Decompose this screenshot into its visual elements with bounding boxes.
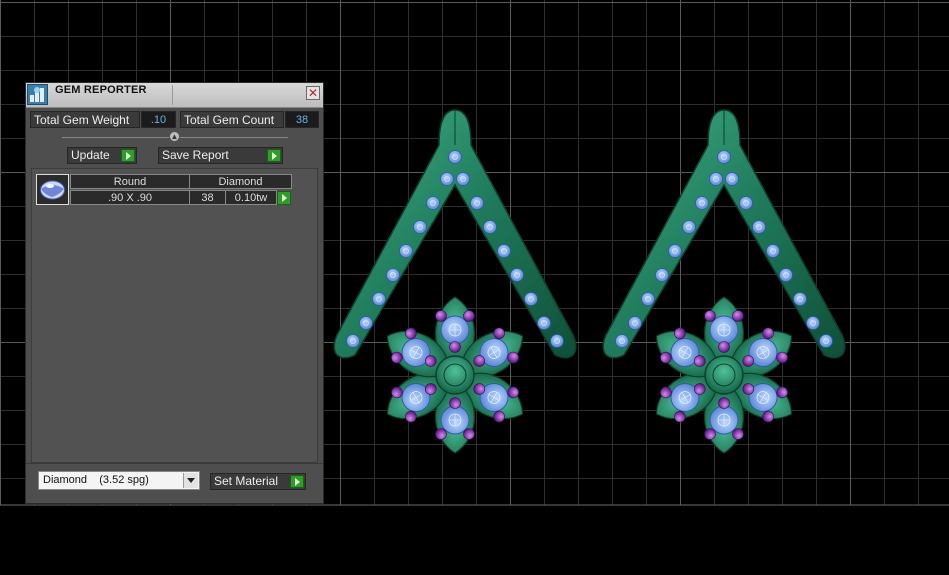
save-report-button[interactable]: Save Report [158,147,283,164]
update-button[interactable]: Update [67,147,137,164]
material-select-value: Diamond (3.52 spg) [43,474,149,486]
material-select[interactable]: Diamond (3.52 spg) [38,471,200,490]
update-button-label: Update [71,148,110,162]
close-icon[interactable]: ✕ [306,86,320,100]
set-material-button-label: Set Material [214,474,279,488]
set-material-button[interactable]: Set Material [210,473,306,490]
gem-list: Round Diamond .90 X .90 38 0.10tw [31,168,318,463]
gem-size-cell: .90 X .90 [70,190,190,205]
gem-reporter-icon [27,84,48,105]
total-gem-weight-value: .10 [141,111,176,128]
panel-titlebar[interactable]: GEM REPORTER ✕ [26,83,323,108]
play-arrow-icon [267,149,281,162]
save-report-button-label: Save Report [162,148,229,162]
gem-row-select-button[interactable] [277,191,291,205]
titlebar-divider [172,85,173,105]
total-gem-weight-label: Total Gem Weight [30,111,140,128]
gem-count-cell: 38 [189,190,226,205]
total-gem-count-value: 38 [285,111,319,128]
gem-weight-cell: 0.10tw [225,190,277,205]
play-arrow-icon [121,149,135,162]
panel-footer-divider [26,463,323,464]
gem-shape-cell: Round [70,174,190,189]
play-arrow-icon [290,475,304,488]
gem-material-cell: Diamond [189,174,292,189]
panel-title: GEM REPORTER [55,84,147,96]
chevron-down-icon[interactable] [183,473,198,488]
panel-splitter-handle[interactable]: ▲ [169,131,180,142]
total-gem-count-label: Total Gem Count [180,111,284,128]
gem-reporter-panel: GEM REPORTER ✕ Total Gem Weight .10 Tota… [25,82,324,504]
round-gem-icon[interactable] [36,174,69,205]
